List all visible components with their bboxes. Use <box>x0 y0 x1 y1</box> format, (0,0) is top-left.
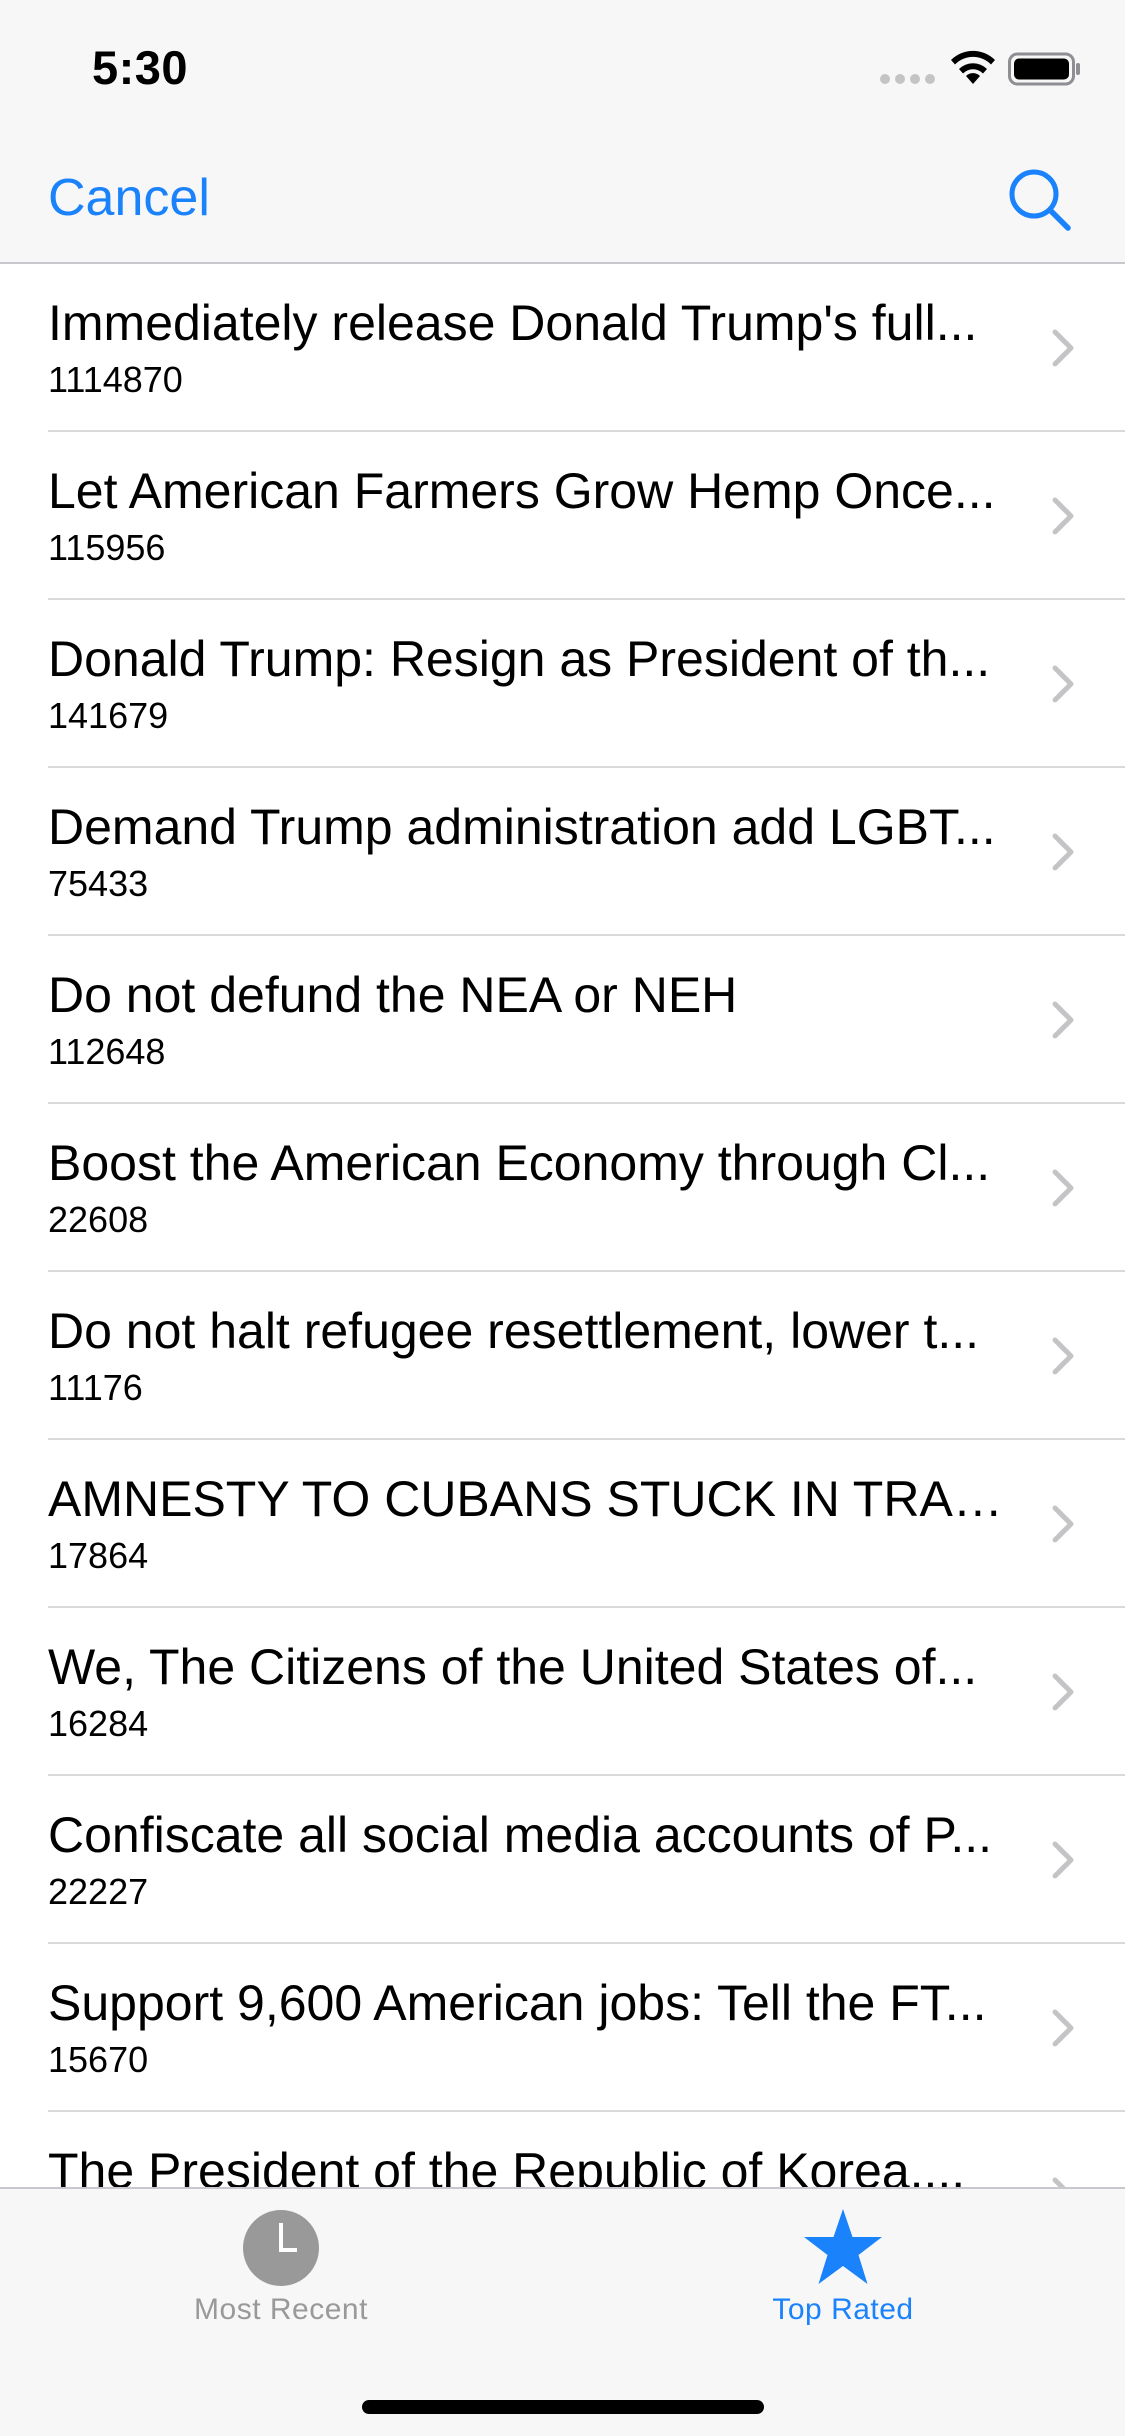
item-count: 11176 <box>48 1367 143 1408</box>
chevron-right-icon <box>1052 497 1074 535</box>
chevron-right-icon <box>1052 1841 1074 1879</box>
list-item[interactable]: AMNESTY TO CUBANS STUCK IN TRAN... 17864 <box>0 1440 1125 1608</box>
item-count: 15670 <box>48 2039 149 2080</box>
item-title: Do not halt refugee resettlement, lower … <box>48 1303 980 1359</box>
item-title: Immediately release Donald Trump's full.… <box>48 295 978 351</box>
item-count: 1114870 <box>48 359 183 400</box>
item-title: AMNESTY TO CUBANS STUCK IN TRAN... <box>48 1471 1018 1527</box>
tab-top-rated[interactable]: Top Rated <box>562 2189 1124 2349</box>
item-title: Boost the American Economy through Cl... <box>48 1135 991 1191</box>
cancel-button[interactable]: Cancel <box>48 168 210 228</box>
home-indicator <box>362 2400 764 2414</box>
list-item[interactable]: We, The Citizens of the United States of… <box>0 1608 1125 1776</box>
chevron-right-icon <box>1052 833 1074 871</box>
item-title: Let American Farmers Grow Hemp Once... <box>48 463 996 519</box>
item-title: Do not defund the NEA or NEH <box>48 967 738 1023</box>
cellular-signal-icon <box>880 74 935 84</box>
list-item[interactable]: Confiscate all social media accounts of … <box>0 1776 1125 1944</box>
item-count: 75433 <box>48 863 149 904</box>
clock-icon <box>243 2210 319 2286</box>
list-item[interactable]: Demand Trump administration add LGBT... … <box>0 768 1125 936</box>
tab-label: Most Recent <box>194 2293 368 2326</box>
item-title: Donald Trump: Resign as President of th.… <box>48 631 991 687</box>
tab-most-recent[interactable]: Most Recent <box>0 2189 562 2349</box>
status-time: 5:30 <box>92 41 189 94</box>
item-count: 115956 <box>48 527 166 568</box>
battery-icon <box>1008 52 1080 86</box>
navigation-bar: Cancel <box>0 132 1125 264</box>
tab-bar: Most Recent Top Rated <box>0 2187 1125 2436</box>
item-title: Demand Trump administration add LGBT... <box>48 799 996 855</box>
chevron-right-icon <box>1052 1337 1074 1375</box>
item-count: 112648 <box>48 1031 166 1072</box>
item-count: 141679 <box>48 695 169 736</box>
chevron-right-icon <box>1052 2177 1066 2187</box>
list-item[interactable]: Support 9,600 American jobs: Tell the FT… <box>0 1944 1125 2112</box>
item-title: We, The Citizens of the United States of… <box>48 1639 978 1695</box>
chevron-right-icon <box>1052 329 1074 367</box>
item-title: Support 9,600 American jobs: Tell the FT… <box>48 1975 987 2031</box>
search-icon[interactable] <box>1004 164 1076 236</box>
item-title: The President of the Republic of Korea..… <box>48 2143 966 2187</box>
wifi-icon <box>951 50 995 84</box>
item-count: 22608 <box>48 1199 149 1240</box>
item-count: 22227 <box>48 1871 149 1912</box>
list-item[interactable]: Immediately release Donald Trump's full.… <box>0 264 1125 432</box>
petition-list: Immediately release Donald Trump's full.… <box>0 264 1125 2187</box>
list-item[interactable]: Do not halt refugee resettlement, lower … <box>0 1272 1125 1440</box>
star-icon <box>804 2209 882 2284</box>
chevron-right-icon <box>1052 1673 1074 1711</box>
chevron-right-icon <box>1052 1001 1074 1039</box>
item-title: Confiscate all social media accounts of … <box>48 1807 993 1863</box>
item-count: 17864 <box>48 1535 149 1576</box>
status-bar: 5:30 <box>0 0 1125 132</box>
list-item[interactable]: The President of the Republic of Korea..… <box>0 2112 1125 2187</box>
tab-label: Top Rated <box>772 2293 914 2326</box>
chevron-right-icon <box>1052 665 1074 703</box>
chevron-right-icon <box>1052 2009 1074 2047</box>
chevron-right-icon <box>1052 1505 1074 1543</box>
item-count: 16284 <box>48 1703 149 1744</box>
chevron-right-icon <box>1052 1169 1074 1207</box>
list-item[interactable]: Donald Trump: Resign as President of th.… <box>0 600 1125 768</box>
list-item[interactable]: Do not defund the NEA or NEH 112648 <box>0 936 1125 1104</box>
list-item[interactable]: Let American Farmers Grow Hemp Once... 1… <box>0 432 1125 600</box>
list-item[interactable]: Boost the American Economy through Cl...… <box>0 1104 1125 1272</box>
